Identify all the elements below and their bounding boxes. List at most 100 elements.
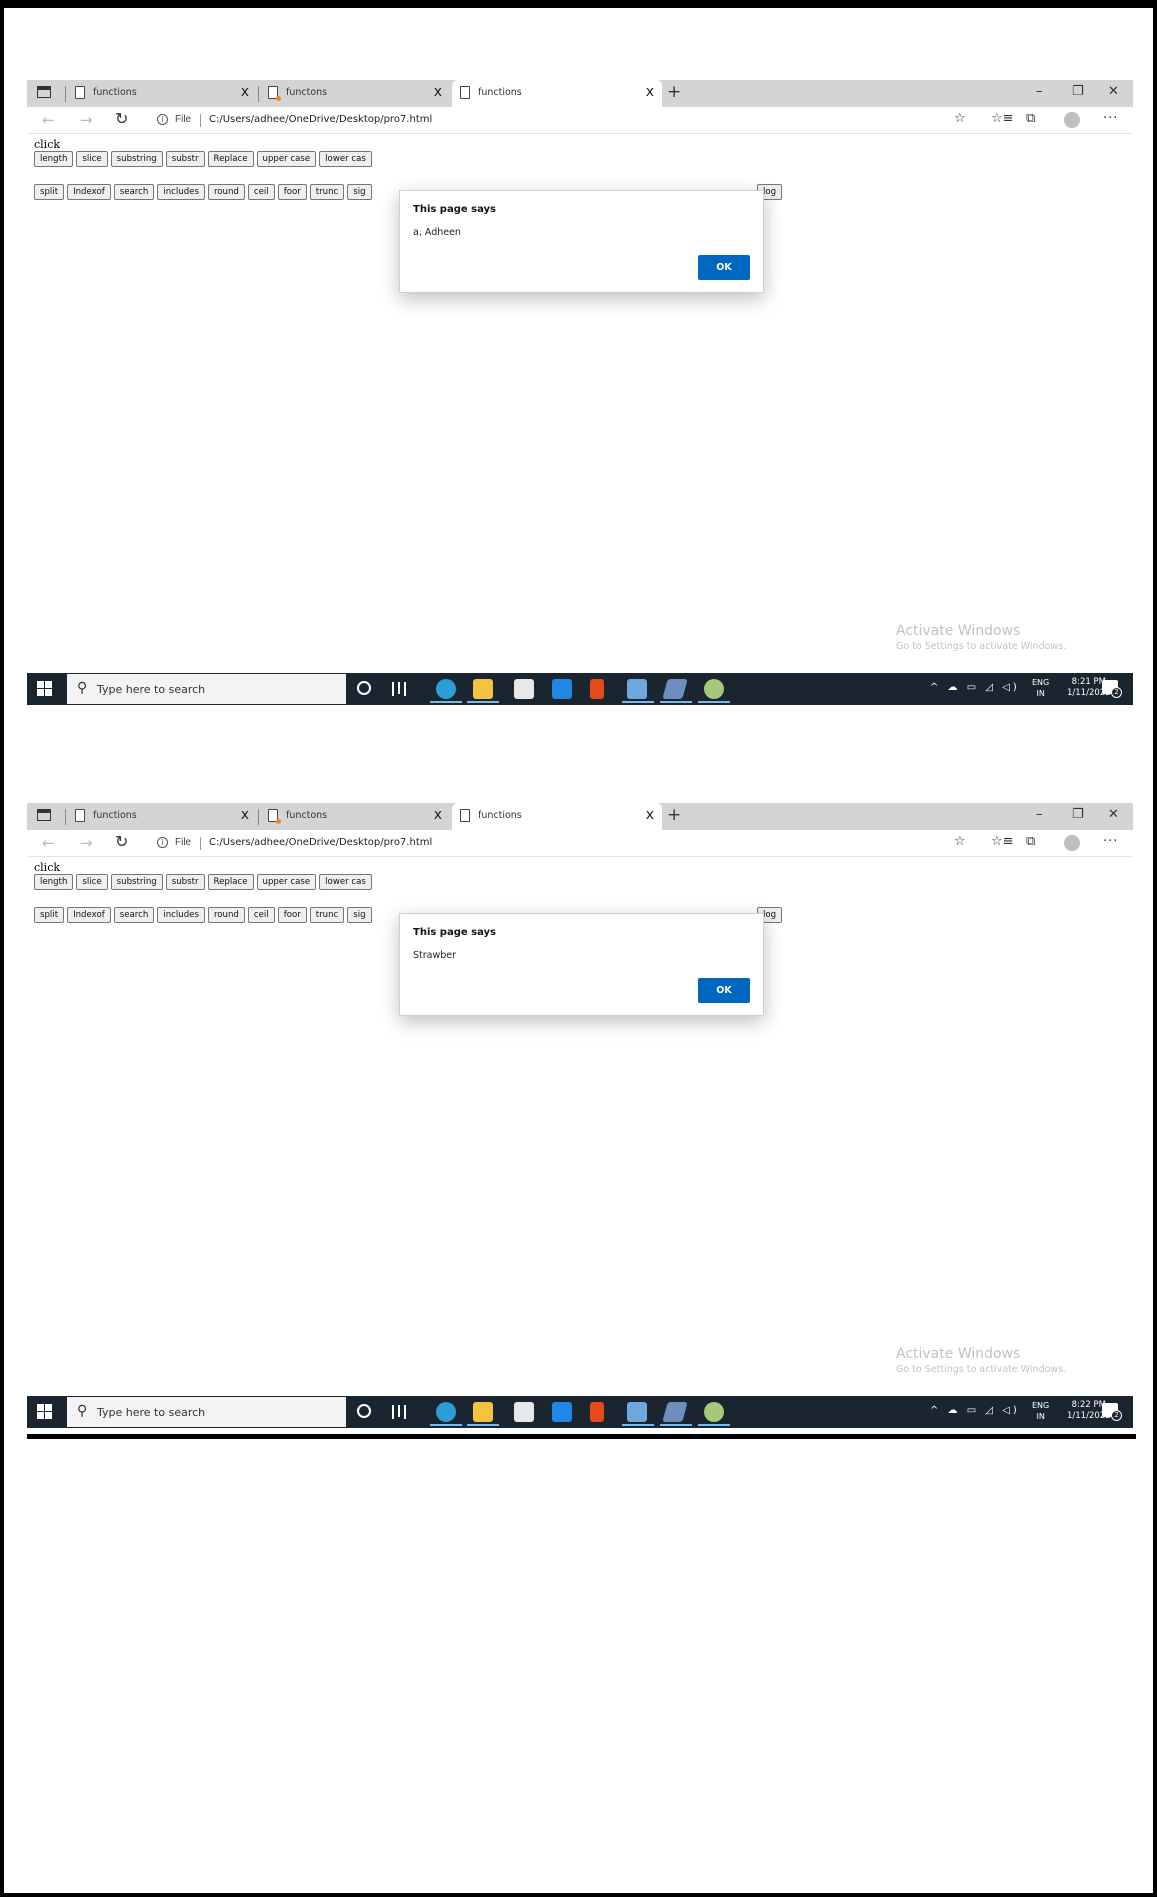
system-tray-icons[interactable]: ^ ☁ ▭ ◿ ◁) (930, 1405, 1020, 1416)
function-button[interactable]: substring (110, 151, 163, 167)
tab-close-button[interactable]: x (434, 85, 442, 99)
info-icon[interactable]: i (157, 837, 168, 848)
taskbar-search[interactable]: ⚲ Type here to search (67, 674, 346, 704)
more-icon[interactable]: ··· (1103, 834, 1118, 849)
more-icon[interactable]: ··· (1103, 111, 1118, 126)
function-button[interactable]: trunc (309, 907, 345, 923)
tab[interactable]: functons x (260, 803, 450, 830)
function-button[interactable]: Indexof (67, 907, 111, 923)
function-button[interactable]: slice (76, 151, 108, 167)
collections-icon[interactable]: ⧉ (1026, 834, 1035, 849)
reload-icon[interactable]: ↻ (115, 109, 128, 128)
new-tab-button[interactable]: + (667, 82, 681, 102)
paint-icon[interactable] (704, 1402, 724, 1422)
function-button[interactable]: split (34, 184, 65, 200)
function-button[interactable]: search (113, 184, 155, 200)
tab-actions-icon[interactable] (37, 809, 51, 821)
cortana-icon[interactable] (357, 1404, 371, 1418)
tab-close-button[interactable]: x (646, 85, 654, 99)
office-icon[interactable] (590, 679, 604, 699)
function-button[interactable]: length (34, 151, 74, 167)
word-icon[interactable] (662, 679, 688, 699)
function-button[interactable]: includes (157, 184, 205, 200)
taskbar-search[interactable]: ⚲ Type here to search (67, 1397, 346, 1427)
task-view-icon[interactable] (392, 1405, 406, 1419)
close-window-button[interactable]: ✕ (1108, 84, 1119, 99)
back-arrow-icon[interactable]: ← (42, 111, 55, 129)
forward-arrow-icon[interactable]: → (80, 834, 93, 852)
word-icon[interactable] (662, 1402, 688, 1422)
notepad-icon[interactable] (627, 1402, 647, 1422)
edge-icon[interactable] (436, 679, 456, 699)
tab-active[interactable]: functions x (452, 80, 662, 107)
tab-close-button[interactable]: x (646, 808, 654, 822)
favorite-add-icon[interactable]: ☆ (954, 111, 966, 126)
function-button[interactable]: Replace (207, 874, 254, 890)
function-button[interactable]: lower cas (319, 874, 372, 890)
ok-button[interactable]: OK (698, 255, 750, 280)
function-button[interactable]: search (113, 907, 155, 923)
system-tray-icons[interactable]: ^ ☁ ▭ ◿ ◁) (930, 682, 1020, 693)
function-button[interactable]: round (207, 184, 245, 200)
function-button[interactable]: ceil (247, 907, 275, 923)
tab-active[interactable]: functions x (452, 803, 662, 830)
function-button[interactable]: substring (110, 874, 163, 890)
profile-icon[interactable] (1064, 112, 1080, 128)
function-button[interactable]: substr (165, 151, 205, 167)
function-button[interactable]: upper case (256, 151, 317, 167)
notepad-icon[interactable] (627, 679, 647, 699)
tab-close-button[interactable]: x (241, 85, 249, 99)
function-button[interactable]: foor (277, 907, 307, 923)
function-button[interactable]: trunc (309, 184, 345, 200)
windows-start-icon[interactable] (37, 1404, 52, 1419)
mail-icon[interactable] (552, 679, 572, 699)
tab[interactable]: functions x (67, 80, 257, 107)
function-button[interactable]: length (34, 874, 74, 890)
tab-actions-icon[interactable] (37, 86, 51, 98)
favorites-icon[interactable]: ☆≡ (991, 111, 1014, 126)
file-explorer-icon[interactable] (473, 1402, 493, 1422)
new-tab-button[interactable]: + (667, 805, 681, 825)
function-button[interactable]: slice (76, 874, 108, 890)
function-button[interactable]: ceil (247, 184, 275, 200)
function-button[interactable]: lower cas (319, 151, 372, 167)
favorites-icon[interactable]: ☆≡ (991, 834, 1014, 849)
function-button[interactable]: sig (347, 184, 372, 200)
tab-close-button[interactable]: x (241, 808, 249, 822)
office-icon[interactable] (590, 1402, 604, 1422)
info-icon[interactable]: i (157, 114, 168, 125)
mail-icon[interactable] (552, 1402, 572, 1422)
windows-start-icon[interactable] (37, 681, 52, 696)
store-icon[interactable] (514, 679, 534, 699)
minimize-button[interactable]: – (1036, 807, 1043, 822)
function-button[interactable]: substr (165, 874, 205, 890)
file-explorer-icon[interactable] (473, 679, 493, 699)
close-window-button[interactable]: ✕ (1108, 807, 1119, 822)
tab[interactable]: functons x (260, 80, 450, 107)
function-button[interactable]: Indexof (67, 184, 111, 200)
favorite-add-icon[interactable]: ☆ (954, 834, 966, 849)
store-icon[interactable] (514, 1402, 534, 1422)
url-input[interactable]: C:/Users/adhee/OneDrive/Desktop/pro7.htm… (209, 837, 432, 848)
tab[interactable]: functions x (67, 803, 257, 830)
collections-icon[interactable]: ⧉ (1026, 111, 1035, 126)
function-button[interactable]: Replace (207, 151, 254, 167)
language-indicator[interactable]: ENG IN (1032, 677, 1049, 699)
restore-button[interactable]: ❐ (1072, 84, 1084, 99)
ok-button[interactable]: OK (698, 978, 750, 1003)
function-button[interactable]: split (34, 907, 65, 923)
cortana-icon[interactable] (357, 681, 371, 695)
paint-icon[interactable] (704, 679, 724, 699)
function-button[interactable]: upper case (256, 874, 317, 890)
url-input[interactable]: C:/Users/adhee/OneDrive/Desktop/pro7.htm… (209, 114, 432, 125)
restore-button[interactable]: ❐ (1072, 807, 1084, 822)
minimize-button[interactable]: – (1036, 84, 1043, 99)
function-button[interactable]: round (207, 907, 245, 923)
function-button[interactable]: sig (347, 907, 372, 923)
function-button[interactable]: foor (277, 184, 307, 200)
reload-icon[interactable]: ↻ (115, 832, 128, 851)
tab-close-button[interactable]: x (434, 808, 442, 822)
back-arrow-icon[interactable]: ← (42, 834, 55, 852)
function-button[interactable]: includes (157, 907, 205, 923)
profile-icon[interactable] (1064, 835, 1080, 851)
